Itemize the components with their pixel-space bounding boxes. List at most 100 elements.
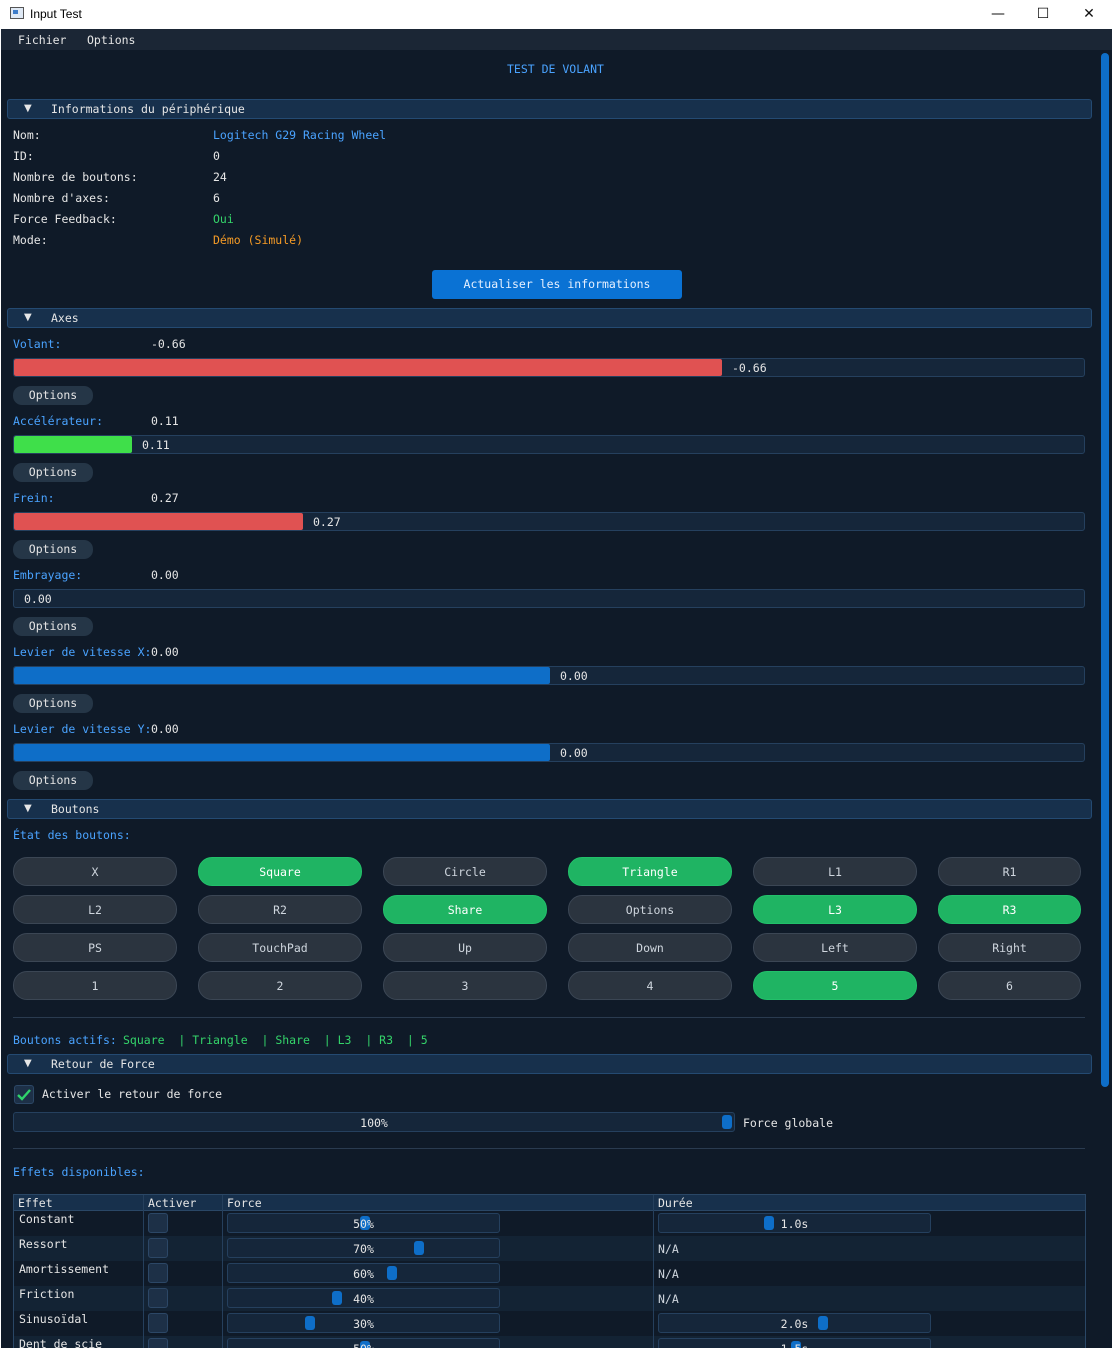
effect-force-slider[interactable]: 30%: [227, 1313, 500, 1333]
menu-fichier[interactable]: Fichier: [18, 33, 66, 47]
section-buttons-header[interactable]: ▼ Boutons: [7, 799, 1092, 819]
controller-button-x[interactable]: X: [13, 857, 177, 886]
axis-bar: 0.00: [13, 666, 1085, 685]
axis-options-button[interactable]: Options: [13, 771, 93, 790]
slider-value: 100%: [360, 1116, 388, 1130]
effect-name: Friction: [19, 1287, 75, 1301]
axis-options-button[interactable]: Options: [13, 386, 93, 405]
controller-button-triangle[interactable]: Triangle: [568, 857, 732, 886]
close-button[interactable]: ✕: [1066, 0, 1112, 29]
column-divider: [143, 1195, 144, 1348]
controller-button-4[interactable]: 4: [568, 971, 732, 1000]
effect-duration-slider[interactable]: 1.5s: [658, 1338, 931, 1348]
window-title: Input Test: [30, 7, 82, 21]
slider-value: 50%: [353, 1217, 374, 1231]
controller-button-2[interactable]: 2: [198, 971, 362, 1000]
axis-label: Frein:: [13, 491, 55, 505]
enable-force-label: Activer le retour de force: [42, 1087, 223, 1101]
active-buttons-list: Square | Triangle | Share | L3 | R3 | 5: [123, 1033, 428, 1047]
col-force: Force: [227, 1196, 262, 1210]
effect-duration-slider[interactable]: 1.0s: [658, 1213, 931, 1233]
section-title: Axes: [51, 311, 79, 325]
col-effect: Effet: [18, 1196, 53, 1210]
controller-button-circle[interactable]: Circle: [383, 857, 547, 886]
section-force-header[interactable]: ▼ Retour de Force: [7, 1054, 1092, 1074]
collapse-arrow-icon: ▼: [24, 1058, 32, 1069]
axis-value: 0.00: [151, 722, 179, 736]
axis-bar-value: 0.00: [24, 592, 52, 606]
axis-options-button[interactable]: Options: [13, 617, 93, 636]
effect-force-slider[interactable]: 70%: [227, 1238, 500, 1258]
slider-value: 70%: [353, 1242, 374, 1256]
effect-force-slider[interactable]: 50%: [227, 1213, 500, 1233]
controller-button-touchpad[interactable]: TouchPad: [198, 933, 362, 962]
controller-button-l3[interactable]: L3: [753, 895, 917, 924]
table-row: Amortissement 60% N/A: [14, 1261, 1085, 1286]
app-window: Fichier Options TEST DE VOLANT ▼ Informa…: [1, 29, 1112, 1348]
controller-button-left[interactable]: Left: [753, 933, 917, 962]
effect-name: Amortissement: [19, 1262, 110, 1276]
effects-label: Effets disponibles:: [13, 1165, 145, 1179]
controller-button-down[interactable]: Down: [568, 933, 732, 962]
global-force-slider[interactable]: 100%: [13, 1112, 735, 1132]
controller-button-l1[interactable]: L1: [753, 857, 917, 886]
controller-button-5[interactable]: 5: [753, 971, 917, 1000]
controller-button-right[interactable]: Right: [938, 933, 1081, 962]
effect-enable-checkbox[interactable]: [148, 1238, 168, 1258]
effect-enable-checkbox[interactable]: [148, 1213, 168, 1233]
axis-value: 0.11: [151, 414, 179, 428]
axis-value: -0.66: [151, 337, 186, 351]
refresh-info-button[interactable]: Actualiser les informations: [432, 270, 682, 299]
controller-button-options[interactable]: Options: [568, 895, 732, 924]
axis-bar-value: 0.27: [313, 515, 341, 529]
controller-button-square[interactable]: Square: [198, 857, 362, 886]
minimize-button[interactable]: —: [975, 0, 1021, 29]
controller-button-r1[interactable]: R1: [938, 857, 1081, 886]
axis-bar-fill: [14, 667, 550, 684]
controller-button-r3[interactable]: R3: [938, 895, 1081, 924]
effect-force-slider[interactable]: 50%: [227, 1338, 500, 1348]
axis-bar-value: -0.66: [732, 361, 767, 375]
effect-duration: N/A: [658, 1292, 679, 1306]
slider-value: 40%: [353, 1292, 374, 1306]
col-duration: Durée: [658, 1196, 693, 1210]
effect-enable-checkbox[interactable]: [148, 1263, 168, 1283]
effect-enable-checkbox[interactable]: [148, 1338, 168, 1348]
controller-button-3[interactable]: 3: [383, 971, 547, 1000]
effect-force-slider[interactable]: 40%: [227, 1288, 500, 1308]
effect-force-slider[interactable]: 60%: [227, 1263, 500, 1283]
axis-bar-fill: [14, 744, 550, 761]
section-axes-header[interactable]: ▼ Axes: [7, 308, 1092, 328]
controller-button-share[interactable]: Share: [383, 895, 547, 924]
enable-force-checkbox[interactable]: [14, 1085, 34, 1104]
col-enable: Activer: [148, 1196, 197, 1210]
controller-button-up[interactable]: Up: [383, 933, 547, 962]
info-value: Oui: [213, 212, 234, 226]
table-header: Effet Activer Force Durée: [14, 1195, 1085, 1211]
maximize-button[interactable]: ☐: [1020, 0, 1066, 29]
axis-bar-fill: [14, 513, 303, 530]
vertical-scrollbar[interactable]: [1101, 53, 1109, 1087]
effect-name: Constant: [19, 1212, 75, 1226]
info-value: Démo (Simulé): [213, 233, 304, 247]
axis-options-button[interactable]: Options: [13, 463, 93, 482]
effect-enable-checkbox[interactable]: [148, 1313, 168, 1333]
info-label: ID:: [13, 149, 34, 163]
effect-enable-checkbox[interactable]: [148, 1288, 168, 1308]
axis-value: 0.00: [151, 645, 179, 659]
controller-button-1[interactable]: 1: [13, 971, 177, 1000]
axis-options-button[interactable]: Options: [13, 540, 93, 559]
axis-options-button[interactable]: Options: [13, 694, 93, 713]
section-device-info-header[interactable]: ▼ Informations du périphérique: [7, 99, 1092, 119]
info-value: Logitech G29 Racing Wheel: [213, 128, 387, 142]
info-label: Nombre d'axes:: [13, 191, 110, 205]
controller-button-6[interactable]: 6: [938, 971, 1081, 1000]
axis-label: Accélérateur:: [13, 414, 104, 428]
menu-bar: Fichier Options: [1, 29, 1112, 50]
controller-button-r2[interactable]: R2: [198, 895, 362, 924]
axis-value: 0.27: [151, 491, 179, 505]
controller-button-l2[interactable]: L2: [13, 895, 177, 924]
controller-button-ps[interactable]: PS: [13, 933, 177, 962]
effect-duration-slider[interactable]: 2.0s: [658, 1313, 931, 1333]
menu-options[interactable]: Options: [87, 33, 135, 47]
